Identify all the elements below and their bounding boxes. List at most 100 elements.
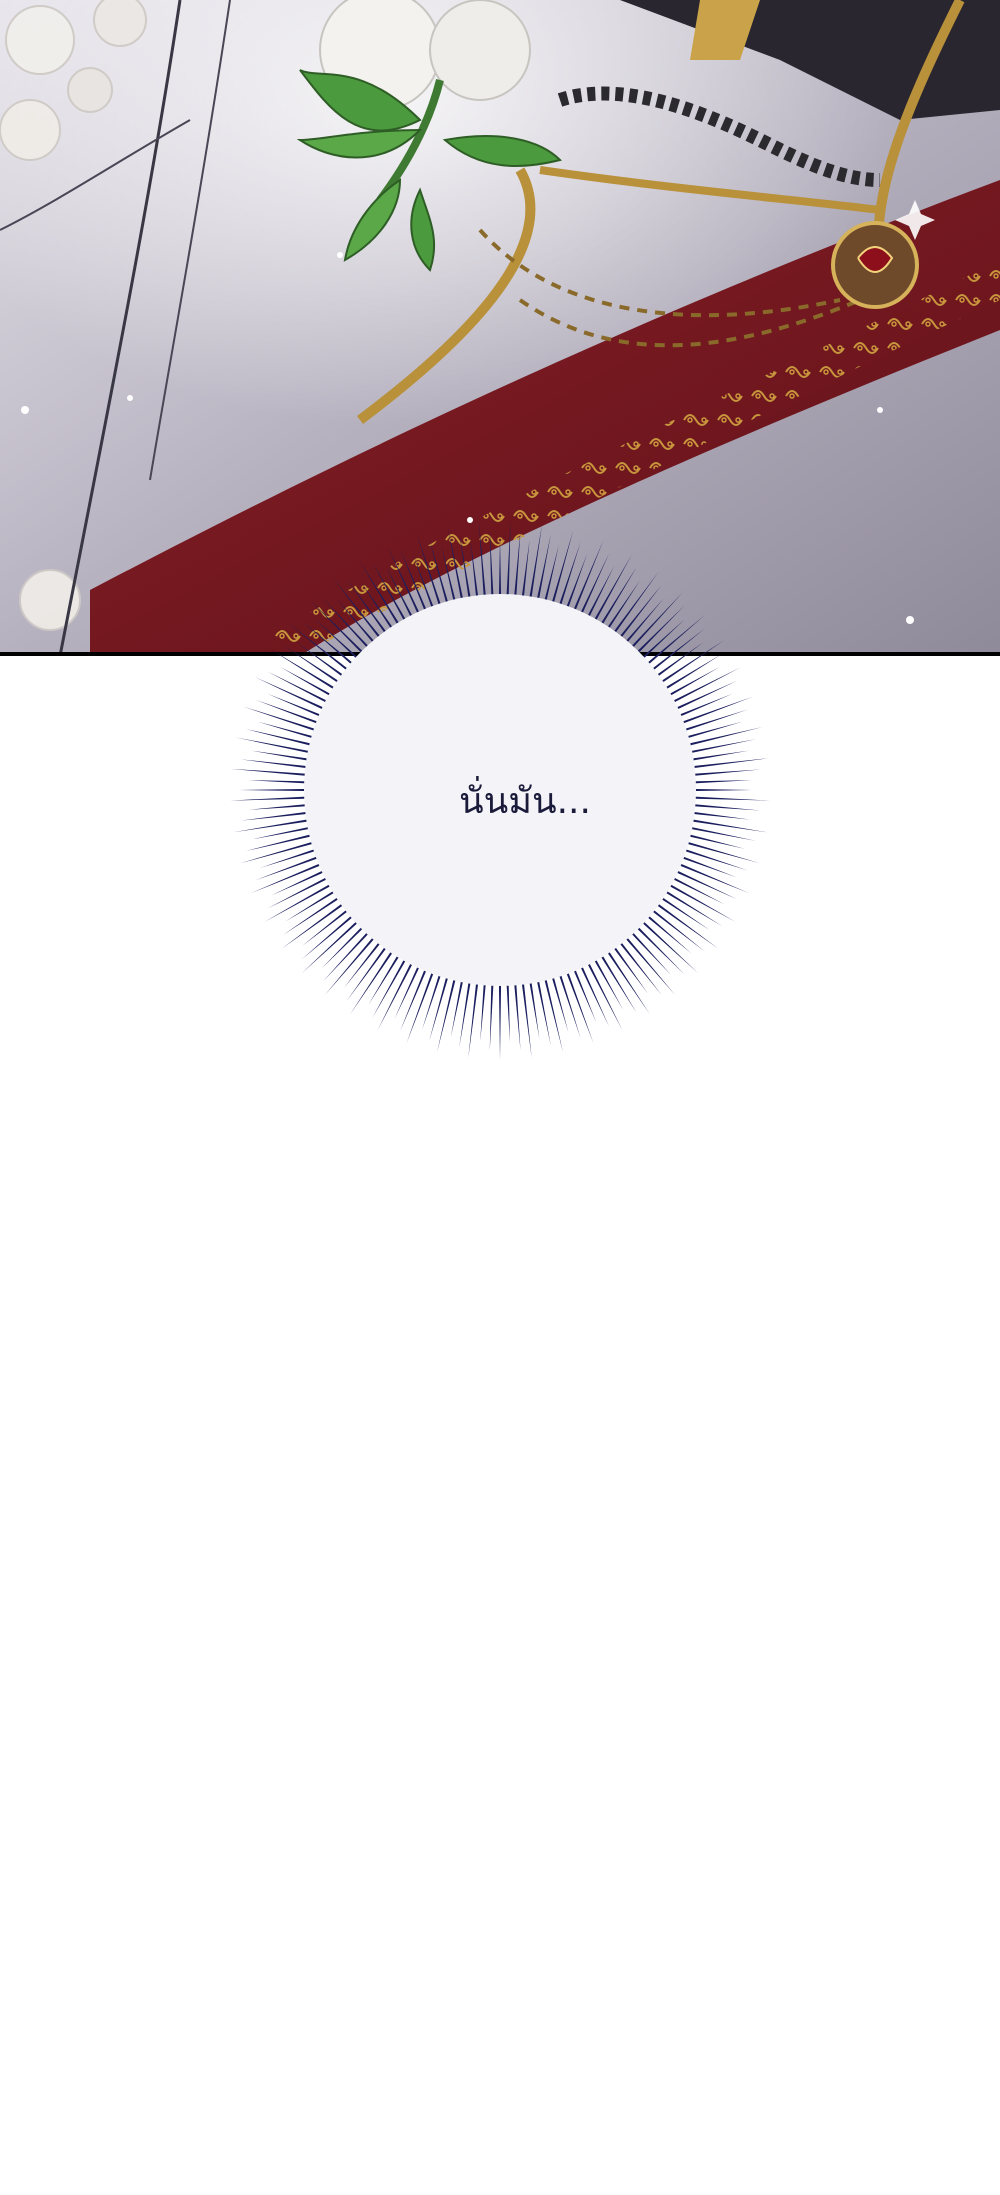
burst-line [506, 520, 511, 601]
burst-line [314, 618, 362, 662]
burst-line [359, 580, 396, 633]
burst-line [246, 729, 316, 747]
burst-line [680, 709, 749, 733]
burst-line [684, 833, 746, 849]
burst-line [550, 972, 569, 1033]
burst-line [422, 970, 443, 1030]
burst-line [675, 861, 750, 894]
speech-text: นั่นมัน... [459, 781, 591, 822]
burst-line [543, 974, 564, 1053]
burst-line [498, 979, 502, 1060]
burst-line [689, 788, 752, 792]
burst-line [230, 768, 311, 777]
burst-line [372, 955, 409, 1018]
burst-line [557, 970, 581, 1039]
burst-line [498, 538, 502, 601]
burst-line [687, 750, 749, 762]
burst-line [478, 520, 487, 601]
burst-line [628, 928, 672, 976]
burst-line [489, 529, 494, 601]
burst-line [616, 585, 662, 642]
burst-line [377, 958, 415, 1031]
burst-line [657, 894, 710, 931]
burst-line [571, 540, 604, 615]
burst-line [429, 972, 450, 1042]
burst-line [301, 912, 357, 960]
burst-line [633, 605, 685, 657]
burst-line [564, 553, 588, 613]
burst-line [368, 951, 402, 1005]
burst-line [598, 567, 637, 629]
burst-line [506, 979, 510, 1042]
burst-line [296, 641, 347, 680]
burst-line [550, 530, 574, 608]
burst-line [638, 618, 686, 662]
burst-line [239, 788, 311, 792]
burst-line [665, 881, 736, 922]
burst-line [322, 598, 372, 652]
burst-line [661, 653, 723, 692]
burst-line [689, 769, 761, 777]
burst-line [521, 978, 532, 1059]
burst-line [240, 759, 312, 769]
burst-line [598, 951, 637, 1013]
burst-line [267, 875, 332, 909]
burst-line [604, 580, 641, 633]
burst-line [689, 796, 770, 801]
burst-line [633, 923, 685, 975]
burst-line [282, 644, 343, 686]
burst-line [677, 854, 737, 878]
burst-line [336, 598, 378, 647]
burst-line [346, 578, 390, 637]
burst-line [264, 881, 335, 922]
burst-line [638, 918, 699, 974]
burst-line [343, 938, 384, 988]
burst-line [521, 539, 530, 602]
burst-line [282, 894, 343, 936]
burst-line [661, 888, 723, 927]
blank-gutter [0, 1080, 1000, 2195]
burst-line [688, 811, 751, 820]
burst-line [285, 888, 339, 922]
burst-line [643, 912, 692, 954]
burst-line [688, 758, 769, 769]
burst-line [585, 958, 623, 1031]
burst-line [309, 599, 367, 657]
burst-line [648, 906, 705, 952]
burst-line [436, 974, 457, 1053]
burst-line [535, 534, 551, 604]
burst-line [235, 737, 314, 755]
burst-line [254, 676, 328, 712]
burst-line [648, 628, 705, 674]
burst-line [689, 803, 761, 811]
burst-line [267, 671, 332, 705]
burst-line [682, 840, 760, 864]
burst-line [489, 979, 494, 1051]
burst-line [301, 918, 362, 974]
burst-line [668, 667, 741, 705]
burst-line [429, 538, 450, 608]
burst-line [468, 978, 479, 1059]
burst-line [346, 943, 390, 1002]
burst-line [684, 726, 763, 747]
burst-line [535, 976, 551, 1046]
burst-line [281, 900, 347, 949]
burst-line [230, 796, 311, 801]
burst-line [250, 861, 325, 894]
burst-line [470, 539, 479, 602]
burst-line [240, 811, 312, 821]
burst-line [246, 833, 316, 851]
burst-line [686, 739, 756, 755]
burst-line [689, 780, 752, 784]
burst-line [447, 525, 465, 604]
burst-line [628, 591, 684, 652]
burst-line [240, 840, 318, 864]
burst-line [386, 544, 422, 618]
burst-line [543, 544, 559, 606]
burst-line [610, 943, 649, 994]
burst-line [321, 923, 367, 969]
burst-line [622, 598, 664, 647]
burst-line [301, 620, 357, 668]
burst-line [260, 847, 320, 868]
burst-line [686, 825, 756, 841]
